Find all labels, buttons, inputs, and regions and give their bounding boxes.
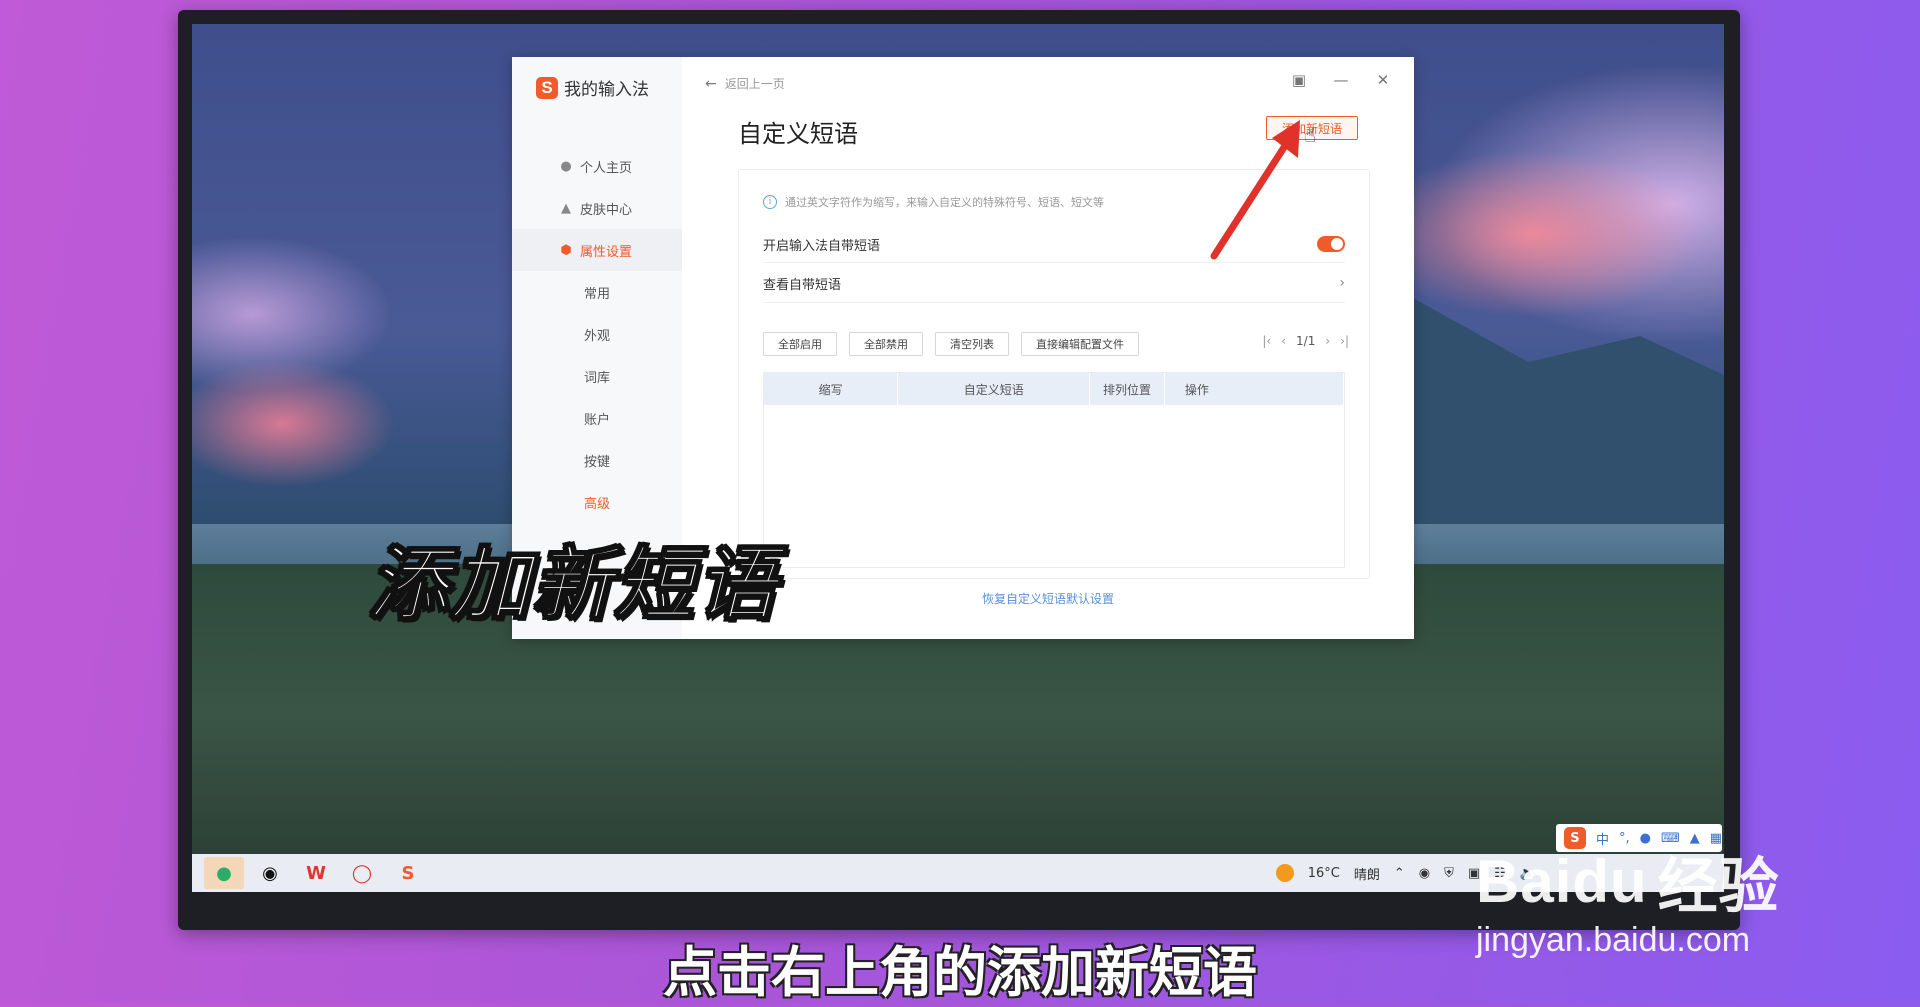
sidebar-item-skins[interactable]: ▲ 皮肤中心 [512, 187, 682, 229]
wechat-icon[interactable]: ● [204, 857, 244, 889]
sidebar-item-label: 皮肤中心 [580, 202, 633, 218]
phrase-table: 缩写 自定义短语 排列位置 操作 [763, 372, 1345, 568]
qq-tray-icon[interactable]: ◉ [1419, 866, 1430, 881]
user-icon: ● [560, 158, 572, 174]
clear-list-button[interactable]: 清空列表 [935, 332, 1009, 356]
sidebar-sub-keys[interactable]: 按键 [512, 439, 682, 481]
col-action: 操作 [1165, 373, 1344, 405]
brand-title: 我的输入法 [564, 80, 649, 100]
first-page-icon[interactable]: |‹ [1262, 334, 1271, 348]
sogou-logo-icon: S [536, 76, 558, 99]
close-icon[interactable]: ✕ [1374, 71, 1392, 89]
info-icon: i [763, 195, 777, 209]
overlay-caption: 添加新短语 [367, 537, 778, 632]
sogou-taskbar-icon[interactable]: S [388, 857, 428, 889]
chevron-up-icon[interactable]: ⌃ [1394, 866, 1405, 881]
col-abbr: 缩写 [764, 373, 899, 405]
desktop-screen: S 我的输入法 ● 个人主页 ▲ 皮肤中心 ⬢ 属性设置 常用 外观 词库 账户… [192, 24, 1724, 892]
view-builtin-label: 查看自带短语 [763, 277, 842, 293]
sidebar-item-label: 属性设置 [580, 244, 633, 260]
weather-temp: 16°C [1307, 865, 1340, 881]
settings-hex-icon: ⬢ [560, 242, 572, 258]
video-subtitle: 点击右上角的添加新短语 [663, 941, 1257, 1004]
enable-builtin-toggle[interactable] [1317, 236, 1345, 252]
sidebar-sub-advanced[interactable]: 高级 [512, 481, 682, 523]
tip-text: 通过英文字符作为缩写，来输入自定义的特殊符号、短语、短文等 [785, 196, 1104, 209]
next-page-icon[interactable]: › [1325, 334, 1330, 348]
action-buttons: 全部启用 全部禁用 清空列表 直接编辑配置文件 [763, 332, 1139, 356]
monitor-frame: S 我的输入法 ● 个人主页 ▲ 皮肤中心 ⬢ 属性设置 常用 外观 词库 账户… [178, 10, 1740, 930]
baidu-wordmark: Baidu [1476, 848, 1648, 915]
chevron-right-icon: › [1339, 275, 1345, 291]
shield-icon[interactable]: ⛨ [1444, 866, 1454, 881]
qq-icon[interactable]: ◉ [250, 857, 290, 889]
back-link[interactable]: ← 返回上一页 [705, 75, 785, 92]
sidebar-item-profile[interactable]: ● 个人主页 [512, 145, 682, 187]
feedback-icon[interactable]: ▣ [1290, 71, 1308, 89]
sidebar-item-properties[interactable]: ⬢ 属性设置 [512, 229, 682, 271]
disable-all-button[interactable]: 全部禁用 [849, 332, 923, 356]
page-title: 自定义短语 [738, 120, 858, 148]
back-label: 返回上一页 [724, 77, 785, 91]
brand: S 我的输入法 [536, 75, 649, 100]
jingyan-wordmark: 经验 [1657, 853, 1780, 920]
red-arrow-annotation [1210, 120, 1300, 260]
prev-page-icon[interactable]: ‹ [1281, 334, 1286, 348]
sidebar-item-label: 个人主页 [580, 160, 633, 176]
enable-all-button[interactable]: 全部启用 [763, 332, 837, 356]
table-header: 缩写 自定义短语 排列位置 操作 [764, 373, 1344, 405]
sun-icon [1275, 864, 1294, 882]
col-phrase: 自定义短语 [898, 373, 1091, 405]
edit-config-button[interactable]: 直接编辑配置文件 [1021, 332, 1139, 356]
tip-row: i 通过英文字符作为缩写，来输入自定义的特殊符号、短语、短文等 [763, 194, 1104, 210]
wps-icon[interactable]: W [296, 857, 336, 889]
sidebar-nav: ● 个人主页 ▲ 皮肤中心 ⬢ 属性设置 常用 外观 词库 账户 按键 高级 [512, 145, 682, 523]
sidebar-sub-appearance[interactable]: 外观 [512, 313, 682, 355]
sidebar-sub-common[interactable]: 常用 [512, 271, 682, 313]
arrow-left-icon: ← [705, 75, 717, 92]
sidebar-sub-account[interactable]: 账户 [512, 397, 682, 439]
shirt-icon: ▲ [561, 200, 571, 216]
enable-builtin-label: 开启输入法自带短语 [763, 238, 881, 254]
toggle-knob [1331, 238, 1343, 250]
view-builtin-row[interactable]: 查看自带短语 › [763, 264, 1345, 303]
netease-music-icon[interactable]: ◯ [342, 857, 382, 889]
col-position: 排列位置 [1090, 373, 1165, 405]
window-controls: ▣ — ✕ [1290, 71, 1392, 89]
pager: |‹ ‹ 1/1 › ›| [1262, 334, 1349, 348]
minimize-icon[interactable]: — [1332, 71, 1350, 89]
weather-text: 晴朗 [1353, 867, 1380, 883]
sidebar-sub-lexicon[interactable]: 词库 [512, 355, 682, 397]
page-indicator: 1/1 [1296, 334, 1316, 348]
last-page-icon[interactable]: ›| [1340, 334, 1349, 348]
